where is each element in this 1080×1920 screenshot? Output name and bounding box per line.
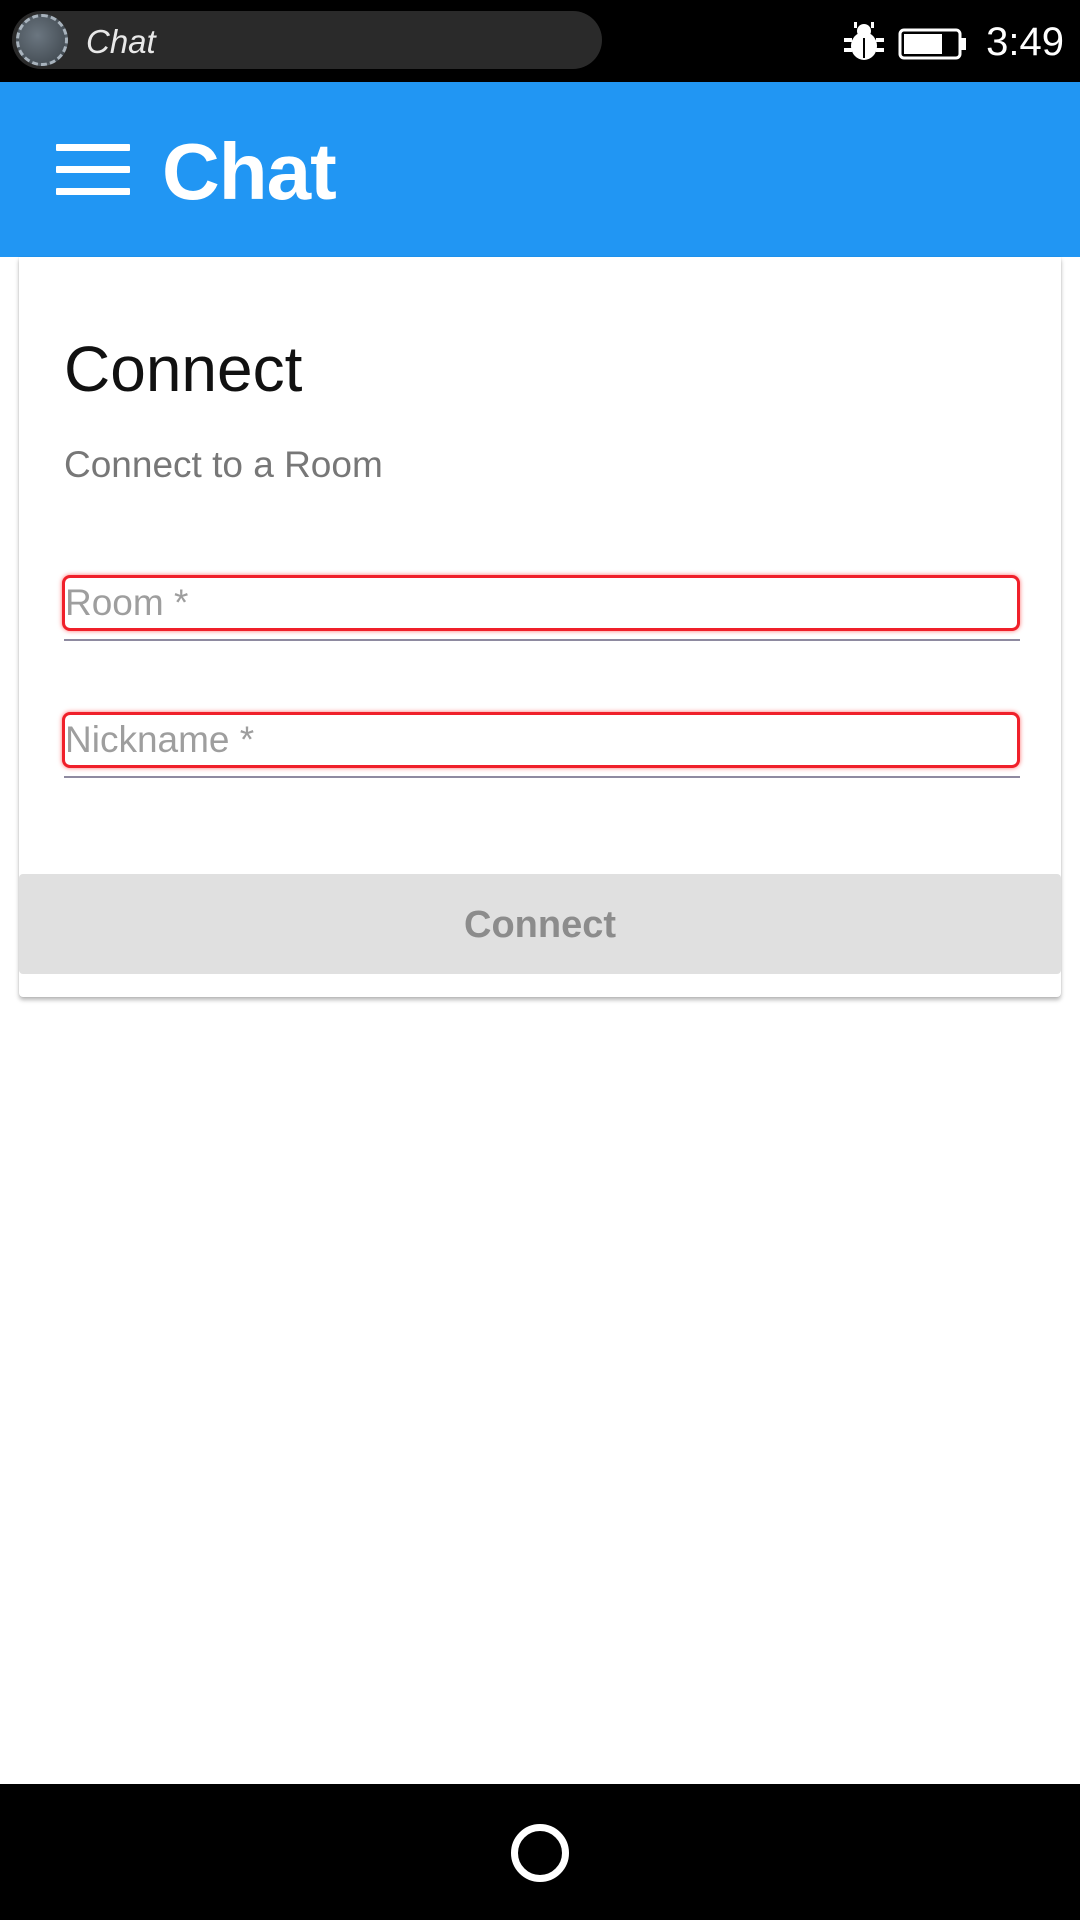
app-bar: Chat bbox=[0, 82, 1080, 257]
room-field-container bbox=[62, 575, 1022, 643]
app-avatar-icon bbox=[16, 14, 68, 66]
card-subtitle: Connect to a Room bbox=[64, 444, 383, 485]
hamburger-menu-icon[interactable] bbox=[56, 144, 130, 196]
nickname-field-underline bbox=[64, 776, 1020, 778]
room-input[interactable] bbox=[62, 575, 1020, 631]
app-indicator-label: Chat bbox=[86, 23, 156, 60]
nickname-input[interactable] bbox=[62, 712, 1020, 768]
app-title: Chat bbox=[162, 127, 337, 216]
bug-icon bbox=[844, 22, 884, 60]
navigation-bar bbox=[0, 1784, 1080, 1920]
home-circle-icon[interactable] bbox=[511, 1824, 569, 1882]
status-clock: 3:49 bbox=[986, 20, 1064, 64]
card-title: Connect bbox=[64, 333, 303, 405]
room-field-underline bbox=[64, 639, 1020, 641]
battery-icon bbox=[898, 28, 966, 60]
status-bar: Chat 3:49 bbox=[0, 0, 1080, 82]
nickname-field-container bbox=[62, 712, 1022, 780]
connect-card: Connect Connect to a Room Connect bbox=[19, 257, 1061, 997]
connect-button[interactable]: Connect bbox=[19, 874, 1061, 974]
app-indicator-pill[interactable]: Chat bbox=[12, 11, 602, 69]
